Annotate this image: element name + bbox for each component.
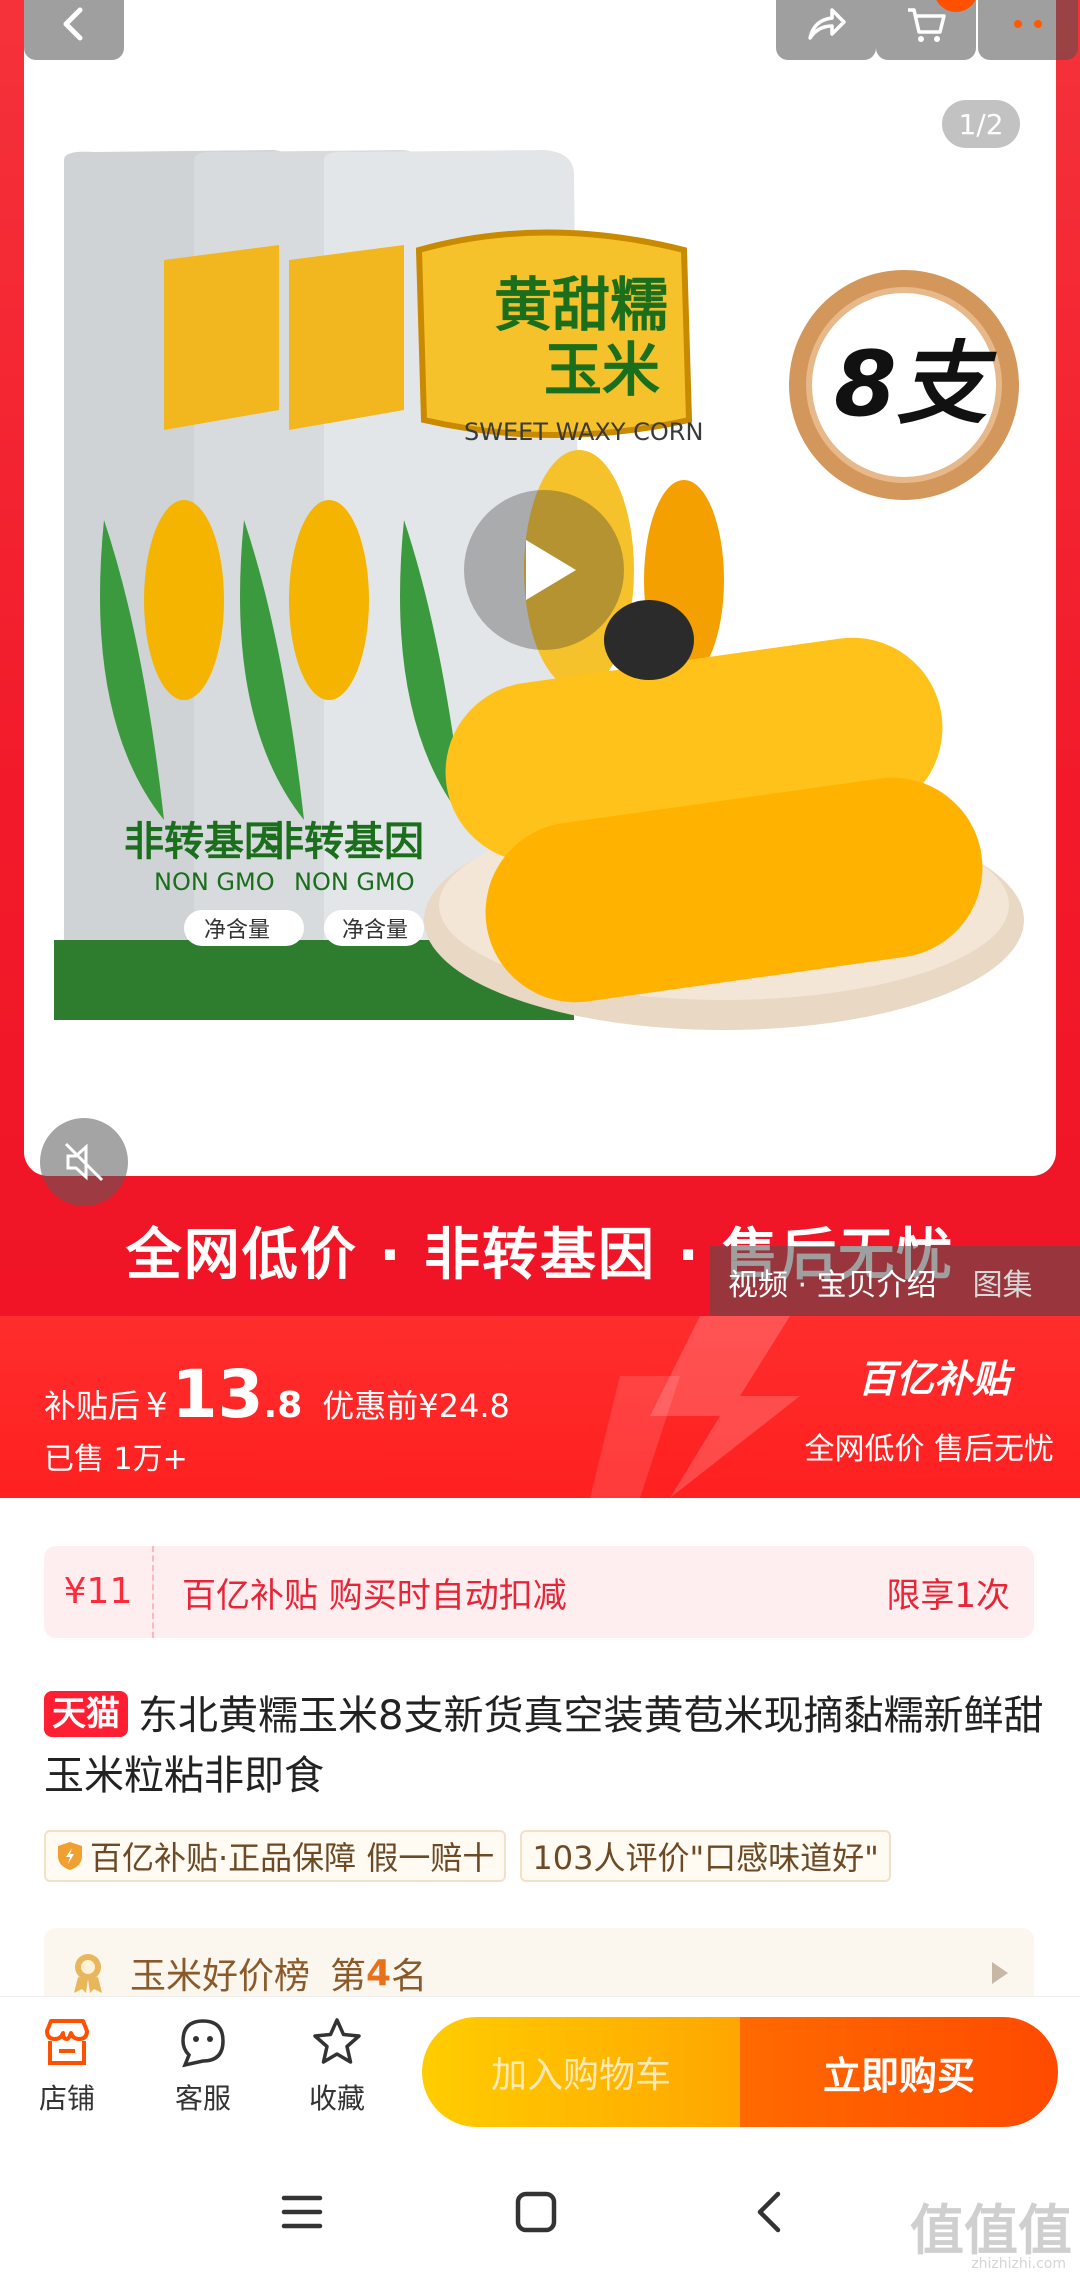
guarantee-tag[interactable]: 百亿补贴·正品保障 假一赔十: [44, 1830, 507, 1882]
tmall-badge: 天猫: [44, 1691, 128, 1737]
cart-icon: [908, 8, 946, 42]
favorite-button[interactable]: 收藏: [282, 2015, 392, 2117]
mute-icon: [64, 1142, 104, 1182]
shop-label: 店铺: [38, 2082, 95, 2115]
svg-text:NON GMO: NON GMO: [294, 868, 415, 896]
cart-button[interactable]: 6: [876, 0, 978, 60]
ranking-number: 4: [366, 1952, 392, 1994]
chevron-right-icon: [992, 1962, 1008, 1984]
price-currency: ¥: [146, 1386, 168, 1426]
svg-text:8支: 8支: [834, 332, 998, 437]
system-back-button[interactable]: [730, 2180, 810, 2244]
product-gallery[interactable]: 黄甜糯 玉米 SWEET WAXY CORN 非转基因 非转基因 NON GMO…: [24, 0, 1056, 1176]
sold-count: 已售 1万+: [44, 1442, 188, 1477]
add-to-cart-button[interactable]: 加入购物车: [422, 2017, 740, 2127]
menu-icon: [281, 2195, 323, 2229]
media-tabs[interactable]: 视频 · 宝贝介绍 图集: [710, 1246, 1080, 1318]
price-label: 补贴后: [44, 1387, 141, 1425]
tab-video-intro[interactable]: 视频 · 宝贝介绍: [710, 1260, 955, 1304]
chevron-left-icon: [63, 7, 83, 41]
share-icon: [808, 8, 846, 40]
service-label: 客服: [174, 2082, 231, 2115]
back-button[interactable]: [24, 0, 124, 60]
recent-apps-button[interactable]: [262, 2180, 342, 2244]
ranking-prefix: 第: [330, 1956, 367, 1997]
shop-icon: [45, 2019, 89, 2065]
price-integer: 13: [171, 1356, 264, 1433]
review-tag[interactable]: 103人评价"口感味道好": [520, 1830, 891, 1882]
guarantee-tag-label: 百亿补贴·正品保障 假一赔十: [90, 1839, 495, 1877]
subsidy-subtitle: 全网低价 售后无忧: [804, 1432, 1054, 1467]
star-icon: [313, 2018, 361, 2064]
coupon-text: 百亿补贴 购买时自动扣减: [182, 1575, 567, 1616]
price-banner: 补贴后 ¥ 13 .8 优惠前¥24.8 已售 1万+ 百亿补贴 全网低价 售后…: [0, 1316, 1080, 1498]
coupon-banner[interactable]: ¥11 百亿补贴 购买时自动扣减 限享1次: [44, 1546, 1034, 1638]
product-title-text: 东北黄糯玉米8支新货真空装黄苞米现摘黏糯新鲜甜玉米粒粘非即食: [44, 1693, 1044, 1799]
non-gmo-text: 非转基因: [124, 819, 284, 865]
coupon-limit: 限享1次: [886, 1575, 1010, 1616]
favorite-label: 收藏: [308, 2082, 365, 2115]
ranking-label: 玉米好价榜: [130, 1956, 311, 1997]
medal-icon: [74, 1954, 102, 1993]
gallery-page-indicator: 1/2: [942, 100, 1020, 148]
buy-now-button[interactable]: 立即购买: [740, 2017, 1058, 2127]
back-arrow-icon: [757, 2191, 781, 2233]
home-button[interactable]: [496, 2180, 576, 2244]
ranking-suffix: 名: [391, 1956, 428, 1997]
system-navigation-bar: 值值值 zhizhizhi.com: [0, 2146, 1080, 2277]
coupon-amount: ¥11: [44, 1546, 154, 1638]
purchase-actions: 加入购物车 立即购买: [422, 2017, 1058, 2127]
price-decimal: .8: [263, 1385, 303, 1426]
share-button[interactable]: [776, 0, 876, 60]
svg-text:非转基因: 非转基因: [264, 819, 424, 865]
product-image[interactable]: 黄甜糯 玉米 SWEET WAXY CORN 非转基因 非转基因 NON GMO…: [24, 0, 1056, 1176]
bag-english-text: SWEET WAXY CORN: [464, 418, 703, 446]
svg-text:玉米: 玉米: [544, 336, 660, 404]
subsidy-logo: 百亿补贴: [857, 1357, 1010, 1401]
more-button[interactable]: [978, 0, 1078, 60]
bottom-action-bar: 店铺 客服 收藏 加入购物车 立即购买: [0, 1996, 1080, 2146]
watermark-url: zhizhizhi.com: [971, 2256, 1066, 2272]
svg-text:净含量: 净含量: [342, 918, 408, 943]
guarantee-tags: 百亿补贴·正品保障 假一赔十 103人评价"口感味道好": [44, 1830, 891, 1882]
svg-text:NON GMO: NON GMO: [154, 868, 275, 896]
shop-button[interactable]: 店铺: [12, 2015, 122, 2117]
chat-icon: [181, 2019, 225, 2068]
bag-brand-text: 黄甜糯: [494, 271, 668, 339]
customer-service-button[interactable]: 客服: [148, 2015, 258, 2117]
watermark-logo: 值值值: [910, 2199, 1072, 2262]
count-badge: 8支: [789, 270, 1019, 500]
mute-button[interactable]: [40, 1118, 128, 1206]
home-square-icon: [515, 2191, 557, 2233]
original-price: 优惠前¥24.8: [322, 1387, 510, 1425]
shield-icon: [58, 1842, 82, 1870]
svg-text:净含量: 净含量: [204, 918, 270, 943]
more-icon: [1014, 20, 1042, 28]
product-title: 天猫 东北黄糯玉米8支新货真空装黄苞米现摘黏糯新鲜甜玉米粒粘非即食: [44, 1686, 1044, 1806]
lightning-decoration: [590, 1316, 800, 1498]
review-tag-label: 103人评价"口感味道好": [532, 1839, 879, 1877]
tab-gallery[interactable]: 图集: [955, 1260, 1051, 1304]
